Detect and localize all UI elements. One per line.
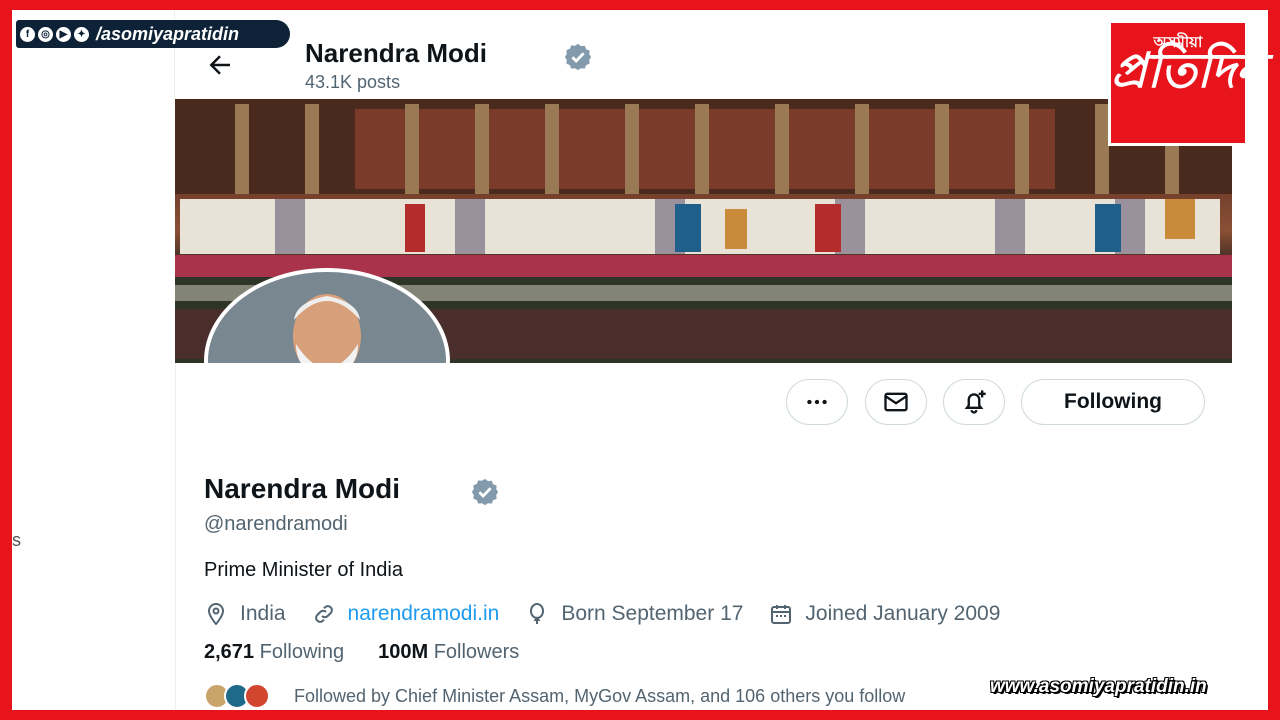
website-link[interactable]: narendramodi.in bbox=[348, 602, 500, 626]
more-options-button[interactable] bbox=[786, 379, 848, 425]
back-arrow-icon[interactable] bbox=[205, 50, 235, 80]
social-handle-text: /asomiyapratidin bbox=[96, 23, 240, 44]
birthday-item: Born September 17 bbox=[525, 602, 743, 626]
left-sidebar: s bbox=[12, 10, 174, 710]
more-icon bbox=[807, 399, 827, 405]
balloon-icon bbox=[530, 603, 545, 624]
following-label: Following bbox=[259, 641, 345, 663]
profile-meta: India narendramodi.in Born September 17 bbox=[204, 599, 1026, 629]
verified-badge-icon bbox=[564, 43, 592, 71]
message-button[interactable] bbox=[865, 379, 927, 425]
link-icon bbox=[314, 605, 333, 623]
logo-main-text: প্ৰতিদিন bbox=[1111, 45, 1265, 98]
social-handle-tag: f ◎ ▶ ✦ /asomiyapratidin bbox=[16, 20, 290, 48]
header-title: Narendra Modi bbox=[305, 38, 488, 68]
location-item: India bbox=[204, 602, 286, 626]
profile-bio: Prime Minister of India bbox=[204, 559, 403, 581]
mini-avatar bbox=[244, 683, 270, 709]
joined-text: Joined January 2009 bbox=[805, 602, 1001, 625]
website-item[interactable]: narendramodi.in bbox=[312, 602, 500, 626]
followers-stat[interactable]: 100M Followers bbox=[378, 641, 519, 664]
followed-by-text: Followed by Chief Minister Assam, MyGov … bbox=[294, 685, 906, 706]
location-text: India bbox=[240, 602, 286, 625]
profile-name: Narendra Modi bbox=[204, 473, 401, 504]
joined-item: Joined January 2009 bbox=[769, 602, 1000, 626]
following-stat[interactable]: 2,671 Following bbox=[204, 641, 344, 664]
facebook-icon: f bbox=[20, 26, 35, 42]
youtube-icon: ▶ bbox=[56, 26, 71, 42]
website-watermark: www.asomiyapratidin.in bbox=[990, 676, 1207, 697]
bell-plus-icon bbox=[964, 390, 986, 414]
sidebar-fragment: s bbox=[12, 530, 21, 550]
screenshot-frame: s Narendra Modi 43.1K posts Following Na… bbox=[12, 10, 1268, 710]
location-pin-icon bbox=[207, 602, 225, 626]
followers-label: Followers bbox=[433, 641, 520, 663]
calendar-icon bbox=[771, 605, 792, 624]
followers-count: 100M bbox=[378, 641, 429, 663]
envelope-icon bbox=[884, 392, 908, 412]
post-count: 43.1K posts bbox=[305, 72, 401, 92]
follower-avatars bbox=[204, 683, 294, 709]
birthday-text: Born September 17 bbox=[561, 602, 744, 625]
instagram-icon: ◎ bbox=[38, 26, 53, 42]
asomiya-pratidin-logo: অসমীয়া প্ৰতিদিন bbox=[1108, 20, 1265, 146]
notifications-button[interactable] bbox=[943, 379, 1005, 425]
followed-by[interactable]: Followed by Chief Minister Assam, MyGov … bbox=[204, 683, 905, 709]
following-count: 2,671 bbox=[204, 641, 255, 663]
follow-stats: 2,671 Following 100M Followers bbox=[204, 641, 553, 664]
profile-info: Following Narendra Modi @narendramodi Pr… bbox=[175, 363, 1233, 710]
following-button[interactable]: Following bbox=[1021, 379, 1205, 425]
profile-handle: @narendramodi bbox=[204, 513, 348, 535]
profile-header: Narendra Modi 43.1K posts bbox=[174, 10, 1233, 100]
twitter-icon: ✦ bbox=[74, 26, 89, 42]
verified-badge-icon bbox=[471, 478, 499, 506]
